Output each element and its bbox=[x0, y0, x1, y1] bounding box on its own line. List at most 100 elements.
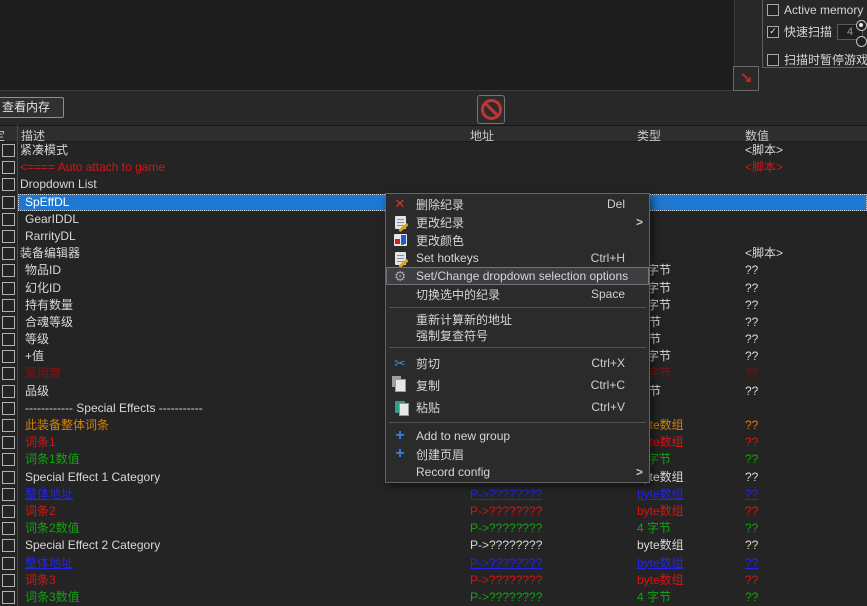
menu-item[interactable]: Set hotkeysCtrl+H bbox=[386, 249, 649, 267]
row-value: <脚本> bbox=[745, 160, 783, 175]
row-description: <==== Auto attach to game bbox=[20, 160, 165, 175]
menu-item[interactable]: ✂剪切Ctrl+X bbox=[386, 352, 649, 374]
menu-shortcut: Ctrl+X bbox=[591, 356, 625, 370]
table-row[interactable]: 词条2P->????????byte数组?? bbox=[0, 503, 867, 520]
row-value: ?? bbox=[745, 315, 758, 330]
menu-icon-spacer bbox=[392, 464, 408, 480]
row-freeze-checkbox[interactable] bbox=[2, 316, 15, 329]
column-address[interactable]: 地址 bbox=[470, 127, 494, 142]
row-value: ?? bbox=[745, 366, 758, 381]
scan-results-area[interactable] bbox=[0, 0, 735, 91]
menu-item[interactable]: 粘贴 Ctrl+V bbox=[386, 396, 649, 418]
row-freeze-checkbox[interactable] bbox=[2, 505, 15, 518]
menu-item[interactable]: 切换选中的纪录Space bbox=[386, 285, 649, 303]
edit-record-icon bbox=[392, 214, 408, 230]
row-description: 品级 bbox=[25, 384, 49, 399]
attach-arrow-button[interactable]: ↘ bbox=[733, 66, 759, 91]
menu-item[interactable]: 更改纪录> bbox=[386, 213, 649, 231]
menu-shortcut: Ctrl+V bbox=[591, 400, 625, 414]
menu-item[interactable]: +Add to new group bbox=[386, 427, 649, 445]
row-type: byte数组 bbox=[637, 504, 684, 519]
table-row[interactable]: 紧凑模式<脚本> bbox=[0, 142, 867, 159]
submenu-arrow-icon: > bbox=[633, 465, 643, 479]
row-freeze-checkbox[interactable] bbox=[2, 264, 15, 277]
table-row[interactable]: <==== Auto attach to game <脚本> bbox=[0, 159, 867, 176]
menu-item[interactable]: ⚙Set/Change dropdown selection options bbox=[386, 267, 649, 285]
stop-scan-button[interactable] bbox=[477, 95, 505, 124]
view-memory-button[interactable]: 查看内存 bbox=[0, 97, 64, 118]
row-freeze-checkbox[interactable] bbox=[2, 471, 15, 484]
menu-item-label: Add to new group bbox=[416, 429, 633, 443]
table-row[interactable]: Special Effect 2 CategoryP->????????byte… bbox=[0, 537, 867, 554]
row-freeze-checkbox[interactable] bbox=[2, 419, 15, 432]
table-row[interactable]: 整体地址P->????????byte数组?? bbox=[0, 486, 867, 503]
menu-item-label: Set hotkeys bbox=[416, 251, 583, 265]
row-value: ?? bbox=[745, 263, 758, 278]
menu-item[interactable]: 强制复查符号 bbox=[386, 328, 649, 344]
row-freeze-checkbox[interactable] bbox=[2, 522, 15, 535]
column-value[interactable]: 数值 bbox=[745, 127, 769, 142]
active-memory-checkbox[interactable] bbox=[767, 4, 779, 16]
row-freeze-checkbox[interactable] bbox=[2, 557, 15, 570]
table-row[interactable]: 词条3数值P->????????4 字节?? bbox=[0, 589, 867, 606]
row-description: 词条2 bbox=[25, 504, 56, 519]
row-freeze-checkbox[interactable] bbox=[2, 282, 15, 295]
table-row[interactable]: Dropdown List bbox=[0, 176, 867, 193]
column-description[interactable]: 描述 bbox=[21, 127, 45, 142]
active-memory-label: Active memory o bbox=[784, 3, 867, 17]
menu-item[interactable]: +创建页眉 bbox=[386, 445, 649, 463]
row-freeze-checkbox[interactable] bbox=[2, 299, 15, 312]
row-type: byte数组 bbox=[637, 573, 684, 588]
menu-separator bbox=[389, 422, 646, 423]
row-freeze-checkbox[interactable] bbox=[2, 161, 15, 174]
row-value: <脚本> bbox=[745, 143, 783, 158]
row-freeze-checkbox[interactable] bbox=[2, 591, 15, 604]
row-freeze-checkbox[interactable] bbox=[2, 247, 15, 260]
scan-align-radio-selected[interactable] bbox=[856, 20, 867, 31]
row-freeze-checkbox[interactable] bbox=[2, 539, 15, 552]
fast-scan-checkbox[interactable]: ✓ bbox=[767, 26, 779, 38]
row-freeze-checkbox[interactable] bbox=[2, 488, 15, 501]
row-freeze-checkbox[interactable] bbox=[2, 385, 15, 398]
menu-separator bbox=[389, 347, 646, 348]
row-value: ?? bbox=[745, 384, 758, 399]
menu-item[interactable]: 复制Ctrl+C bbox=[386, 374, 649, 396]
table-row[interactable]: 词条2数值P->????????4 字节?? bbox=[0, 520, 867, 537]
row-freeze-checkbox[interactable] bbox=[2, 574, 15, 587]
table-row[interactable]: 整体地址P->????????byte数组?? bbox=[0, 555, 867, 572]
context-menu: ✕删除纪录Del更改纪录>更改颜色Set hotkeysCtrl+H⚙Set/C… bbox=[385, 193, 650, 483]
row-freeze-checkbox[interactable] bbox=[2, 144, 15, 157]
cheat-table-window: ↘ Active memory o ✓ 快速扫描 4 扫描时暂停游戏 查看内存 … bbox=[0, 0, 867, 606]
table-row[interactable]: 词条3P->????????byte数组?? bbox=[0, 572, 867, 589]
row-freeze-checkbox[interactable] bbox=[2, 350, 15, 363]
menu-item[interactable]: 更改颜色 bbox=[386, 231, 649, 249]
paste-icon bbox=[392, 399, 408, 415]
column-type[interactable]: 类型 bbox=[637, 127, 661, 142]
row-freeze-checkbox[interactable] bbox=[2, 453, 15, 466]
row-freeze-checkbox[interactable] bbox=[2, 436, 15, 449]
menu-item[interactable]: Record config> bbox=[386, 463, 649, 481]
row-freeze-checkbox[interactable] bbox=[2, 213, 15, 226]
row-freeze-checkbox[interactable] bbox=[2, 367, 15, 380]
menu-item[interactable]: ✕删除纪录Del bbox=[386, 195, 649, 213]
column-lock[interactable]: 定 bbox=[0, 127, 5, 142]
row-value: ?? bbox=[745, 538, 758, 553]
row-freeze-checkbox[interactable] bbox=[2, 402, 15, 415]
menu-item-label: 粘贴 bbox=[416, 399, 583, 416]
pause-game-checkbox[interactable] bbox=[767, 54, 779, 66]
scan-align-radio-unselected[interactable] bbox=[856, 36, 867, 47]
row-description: Dropdown List bbox=[20, 177, 97, 192]
menu-item[interactable]: 重新计算新的地址 bbox=[386, 312, 649, 328]
menu-icon-spacer bbox=[392, 312, 408, 328]
row-freeze-checkbox[interactable] bbox=[2, 178, 15, 191]
row-value: ?? bbox=[745, 452, 758, 467]
row-freeze-checkbox[interactable] bbox=[2, 230, 15, 243]
menu-item-label: 更改纪录 bbox=[416, 214, 633, 231]
row-description: 词条3 bbox=[25, 573, 56, 588]
row-value: ?? bbox=[745, 418, 758, 433]
row-freeze-checkbox[interactable] bbox=[2, 333, 15, 346]
menu-shortcut: Ctrl+C bbox=[591, 378, 625, 392]
row-value: ?? bbox=[745, 521, 758, 536]
row-freeze-checkbox[interactable] bbox=[2, 196, 15, 209]
row-address: P->???????? bbox=[470, 573, 542, 588]
